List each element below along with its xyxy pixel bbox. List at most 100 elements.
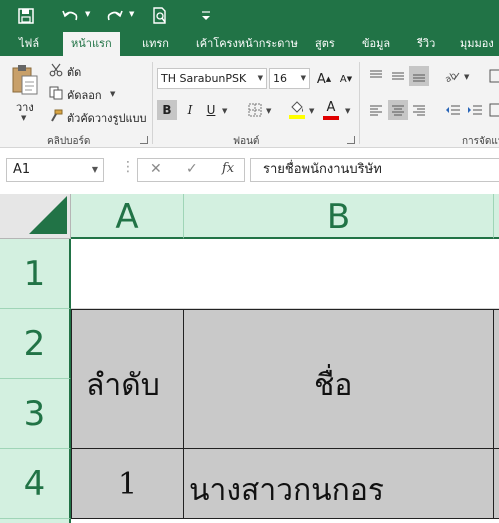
borders-icon: [248, 103, 262, 117]
cut-label[interactable]: ตัด: [67, 63, 81, 81]
print-preview-icon[interactable]: [148, 4, 172, 28]
ribbon-tabs: ไฟล์ หน้าแรก แทรก เค้าโครงหน้ากระดาษ สูต…: [0, 32, 499, 57]
shrink-font-icon: A: [339, 73, 347, 85]
cell-c2-header[interactable]: [493, 309, 499, 449]
enter-icon[interactable]: ✓: [186, 161, 198, 177]
grow-font-icon: A: [316, 71, 326, 87]
alignment-group-label: การจัดแน: [462, 136, 499, 147]
chevron-down-icon: ▼: [91, 165, 98, 174]
cell-b4[interactable]: นางสาวกนกอร: [183, 448, 494, 519]
format-painter-label[interactable]: ตัวคัดวางรูปแบบ: [67, 109, 147, 127]
undo-dropdown-icon[interactable]: ▼: [85, 10, 90, 18]
copy-dropdown-icon[interactable]: ▼: [110, 90, 115, 98]
name-box-value: A1: [13, 162, 31, 177]
tab-data[interactable]: ข้อมูล: [362, 32, 390, 56]
clipboard-launcher-icon[interactable]: [140, 136, 148, 144]
align-middle-button[interactable]: [388, 66, 408, 86]
font-name-select[interactable]: TH SarabunPSK ▼: [157, 68, 267, 89]
cell-c4[interactable]: [493, 448, 499, 519]
grow-font-button[interactable]: A ▲: [314, 69, 334, 89]
cell-a1[interactable]: [71, 239, 499, 309]
save-icon[interactable]: [14, 4, 38, 28]
group-separator: [152, 62, 153, 144]
font-launcher-icon[interactable]: [347, 136, 355, 144]
chevron-down-icon: ▼: [300, 74, 306, 82]
customize-icon[interactable]: [196, 4, 216, 28]
column-header-b[interactable]: B: [184, 194, 494, 239]
copy-icon[interactable]: [48, 85, 64, 101]
tab-home[interactable]: หน้าแรก: [63, 32, 120, 57]
align-center-button[interactable]: [388, 100, 408, 120]
orientation-button[interactable]: ab: [443, 66, 463, 86]
cell-b2-header[interactable]: ชื่อ: [183, 309, 494, 449]
wrap-text-icon: [489, 69, 499, 83]
cancel-icon[interactable]: ✕: [150, 161, 162, 177]
cell-a2-header[interactable]: ลำดับ: [71, 309, 184, 449]
font-color-icon: A: [326, 100, 336, 115]
paste-dropdown-icon[interactable]: ▼: [21, 114, 26, 122]
align-middle-icon: [392, 72, 404, 80]
redo-icon[interactable]: [103, 4, 127, 28]
italic-button[interactable]: I: [180, 100, 200, 120]
row-header-5[interactable]: [0, 519, 71, 523]
align-top-button[interactable]: [366, 66, 386, 86]
increase-indent-button[interactable]: [465, 100, 485, 120]
tab-insert[interactable]: แทรก: [142, 32, 169, 56]
decrease-indent-icon: [446, 105, 460, 115]
paste-icon[interactable]: [10, 62, 40, 96]
cut-icon[interactable]: [48, 62, 64, 78]
align-bottom-button[interactable]: [409, 66, 429, 86]
undo-icon[interactable]: [58, 4, 82, 28]
tab-formulas[interactable]: สูตร: [315, 32, 335, 56]
orientation-dropdown-icon[interactable]: ▼: [464, 73, 469, 81]
tab-page-layout[interactable]: เค้าโครงหน้ากระดาษ: [196, 32, 298, 56]
underline-dropdown-icon[interactable]: ▼: [222, 107, 227, 115]
shrink-font-button[interactable]: A ▼: [336, 69, 356, 89]
redo-dropdown-icon[interactable]: ▼: [129, 10, 134, 18]
select-all-button[interactable]: [0, 194, 71, 239]
font-group-label: ฟอนต์: [233, 136, 260, 147]
formula-bar-grip-icon[interactable]: ⋮: [121, 160, 135, 174]
tab-file[interactable]: ไฟล์: [19, 32, 39, 56]
font-color-dropdown-icon[interactable]: ▼: [345, 107, 350, 115]
fill-color-dropdown-icon[interactable]: ▼: [309, 107, 314, 115]
copy-label[interactable]: คัดลอก: [67, 86, 102, 104]
insert-function-icon[interactable]: fx: [222, 161, 234, 176]
row-header-2[interactable]: 2: [0, 309, 71, 379]
orientation-icon: ab: [445, 71, 460, 83]
chevron-down-icon: ▼: [257, 74, 263, 82]
header-name-text: ชื่อ: [314, 368, 353, 403]
borders-dropdown-icon[interactable]: ▼: [266, 107, 271, 115]
align-bottom-icon: [413, 74, 425, 82]
merge-center-button[interactable]: [485, 100, 499, 120]
column-header-a[interactable]: A: [71, 194, 184, 239]
wrap-text-button[interactable]: [485, 66, 499, 86]
column-header-c[interactable]: [494, 194, 499, 239]
font-color-button[interactable]: A: [321, 98, 341, 122]
formula-input[interactable]: รายชื่อพนักงานบริษัท: [250, 158, 499, 182]
borders-button[interactable]: [245, 100, 265, 120]
group-separator: [359, 62, 360, 144]
underline-button[interactable]: U: [201, 100, 221, 120]
bold-button[interactable]: B: [157, 100, 177, 120]
decrease-indent-button[interactable]: [443, 100, 463, 120]
align-right-button[interactable]: [409, 100, 429, 120]
align-left-icon: [370, 105, 382, 116]
fill-color-swatch: [289, 115, 305, 119]
employee-name-text: นางสาวกนกอร: [189, 473, 384, 508]
tab-view[interactable]: มุมมอง: [460, 32, 494, 56]
name-box[interactable]: A1 ▼: [6, 158, 104, 182]
font-size-select[interactable]: 16 ▼: [269, 68, 310, 89]
tab-review[interactable]: รีวิว: [417, 32, 435, 56]
row-header-3[interactable]: 3: [0, 379, 71, 449]
align-left-button[interactable]: [366, 100, 386, 120]
font-color-swatch: [323, 116, 339, 120]
row-header-4[interactable]: 4: [0, 449, 71, 519]
format-painter-icon[interactable]: [48, 108, 64, 124]
formula-bar: A1 ▼ ⋮ ✕ ✓ fx รายชื่อพนักงานบริษัท: [0, 148, 499, 194]
clipboard-group-label: คลิปบอร์ด: [47, 136, 91, 147]
fill-color-button[interactable]: [287, 98, 307, 122]
header-order-text: ลำดับ: [86, 368, 160, 403]
cell-a4[interactable]: 1: [71, 448, 184, 519]
row-header-1[interactable]: 1: [0, 239, 71, 309]
